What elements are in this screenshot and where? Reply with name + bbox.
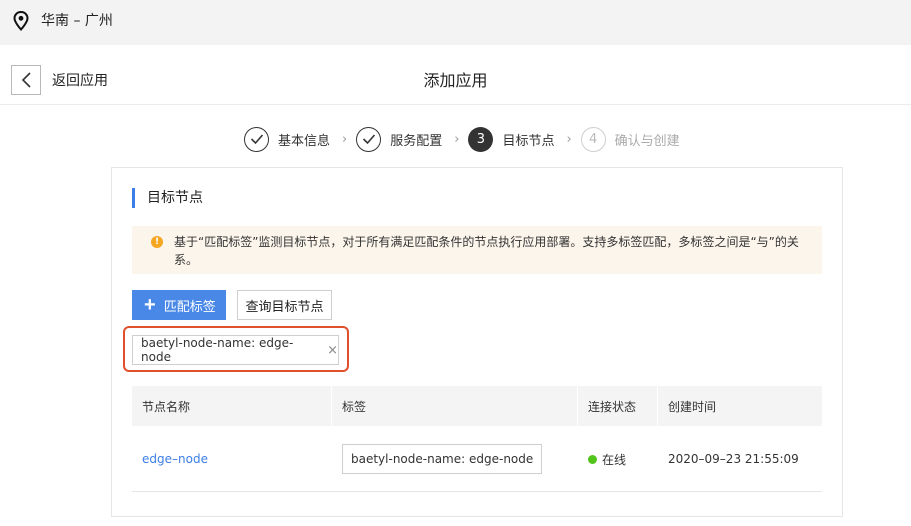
cell-label: baetyl-node-name: edge-node: [332, 426, 578, 492]
status-text: 在线: [602, 452, 627, 467]
warning-icon: !: [151, 236, 163, 248]
page-header: 返回应用 添加应用: [0, 45, 911, 105]
chip-text: baetyl-node-name: edge-node: [141, 336, 294, 364]
step-service-config: 服务配置: [356, 126, 443, 152]
close-icon[interactable]: ×: [327, 343, 338, 358]
stepper: 基本信息 › 服务配置 › 3 目标节点 › 4 确认与创建: [244, 126, 680, 152]
online-status-dot: [588, 454, 597, 464]
query-target-nodes-button[interactable]: 查询目标节点: [237, 290, 332, 320]
check-icon: [244, 126, 269, 152]
cell-created-time: 2020–09–23 21:55:09: [668, 452, 799, 466]
step-basic-info: 基本信息: [244, 126, 331, 152]
check-icon: [356, 126, 382, 152]
notice-text: 基于“匹配标签”监测目标节点，对于所有满足匹配条件的节点执行应用部署。支持多标签…: [174, 235, 799, 267]
node-link[interactable]: edge–node: [142, 452, 208, 466]
step-target-nodes: 3 目标节点: [468, 126, 555, 152]
plus-icon: +: [144, 294, 156, 316]
target-nodes-card: 目标节点 ! 基于“匹配标签”监测目标节点，对于所有满足匹配条件的节点执行应用部…: [111, 167, 843, 517]
button-label: 匹配标签: [163, 298, 216, 314]
column-header-node-name: 节点名称: [132, 386, 332, 426]
table-header: 节点名称 标签 连接状态 创建时间: [132, 386, 822, 426]
region-selector[interactable]: 华南 – 广州: [41, 11, 113, 31]
top-bar: 华南 – 广州: [0, 0, 911, 45]
step-label: 确认与创建: [614, 133, 680, 149]
column-header-created: 创建时间: [668, 399, 717, 414]
cell-status: 在线: [578, 426, 658, 492]
match-label-chip: baetyl-node-name: edge-node ×: [132, 335, 339, 365]
chevron-right-icon: ›: [566, 131, 572, 147]
add-match-label-button[interactable]: + 匹配标签: [132, 290, 226, 320]
cell-node-name: edge–node: [132, 426, 332, 492]
node-label-tag: baetyl-node-name: edge-node: [342, 444, 543, 474]
column-header-status: 连接状态: [578, 386, 658, 426]
page-title: 添加应用: [423, 71, 488, 90]
section-title: 目标节点: [147, 190, 203, 206]
step-label: 目标节点: [502, 133, 555, 149]
chevron-right-icon: ›: [454, 131, 460, 147]
step-number: 3: [468, 126, 494, 152]
location-pin-icon: [13, 11, 29, 31]
info-notice: ! 基于“匹配标签”监测目标节点，对于所有满足匹配条件的节点执行应用部署。支持多…: [132, 226, 822, 274]
column-header-label: 标签: [332, 386, 578, 426]
table-row: edge–node baetyl-node-name: edge-node 在线…: [132, 426, 822, 492]
step-number: 4: [580, 126, 606, 152]
chevron-right-icon: ›: [342, 131, 348, 147]
section-accent-bar: [132, 188, 135, 208]
step-label: 服务配置: [390, 133, 443, 149]
step-label: 基本信息: [278, 133, 331, 149]
step-confirm-create: 4 确认与创建: [580, 126, 680, 152]
